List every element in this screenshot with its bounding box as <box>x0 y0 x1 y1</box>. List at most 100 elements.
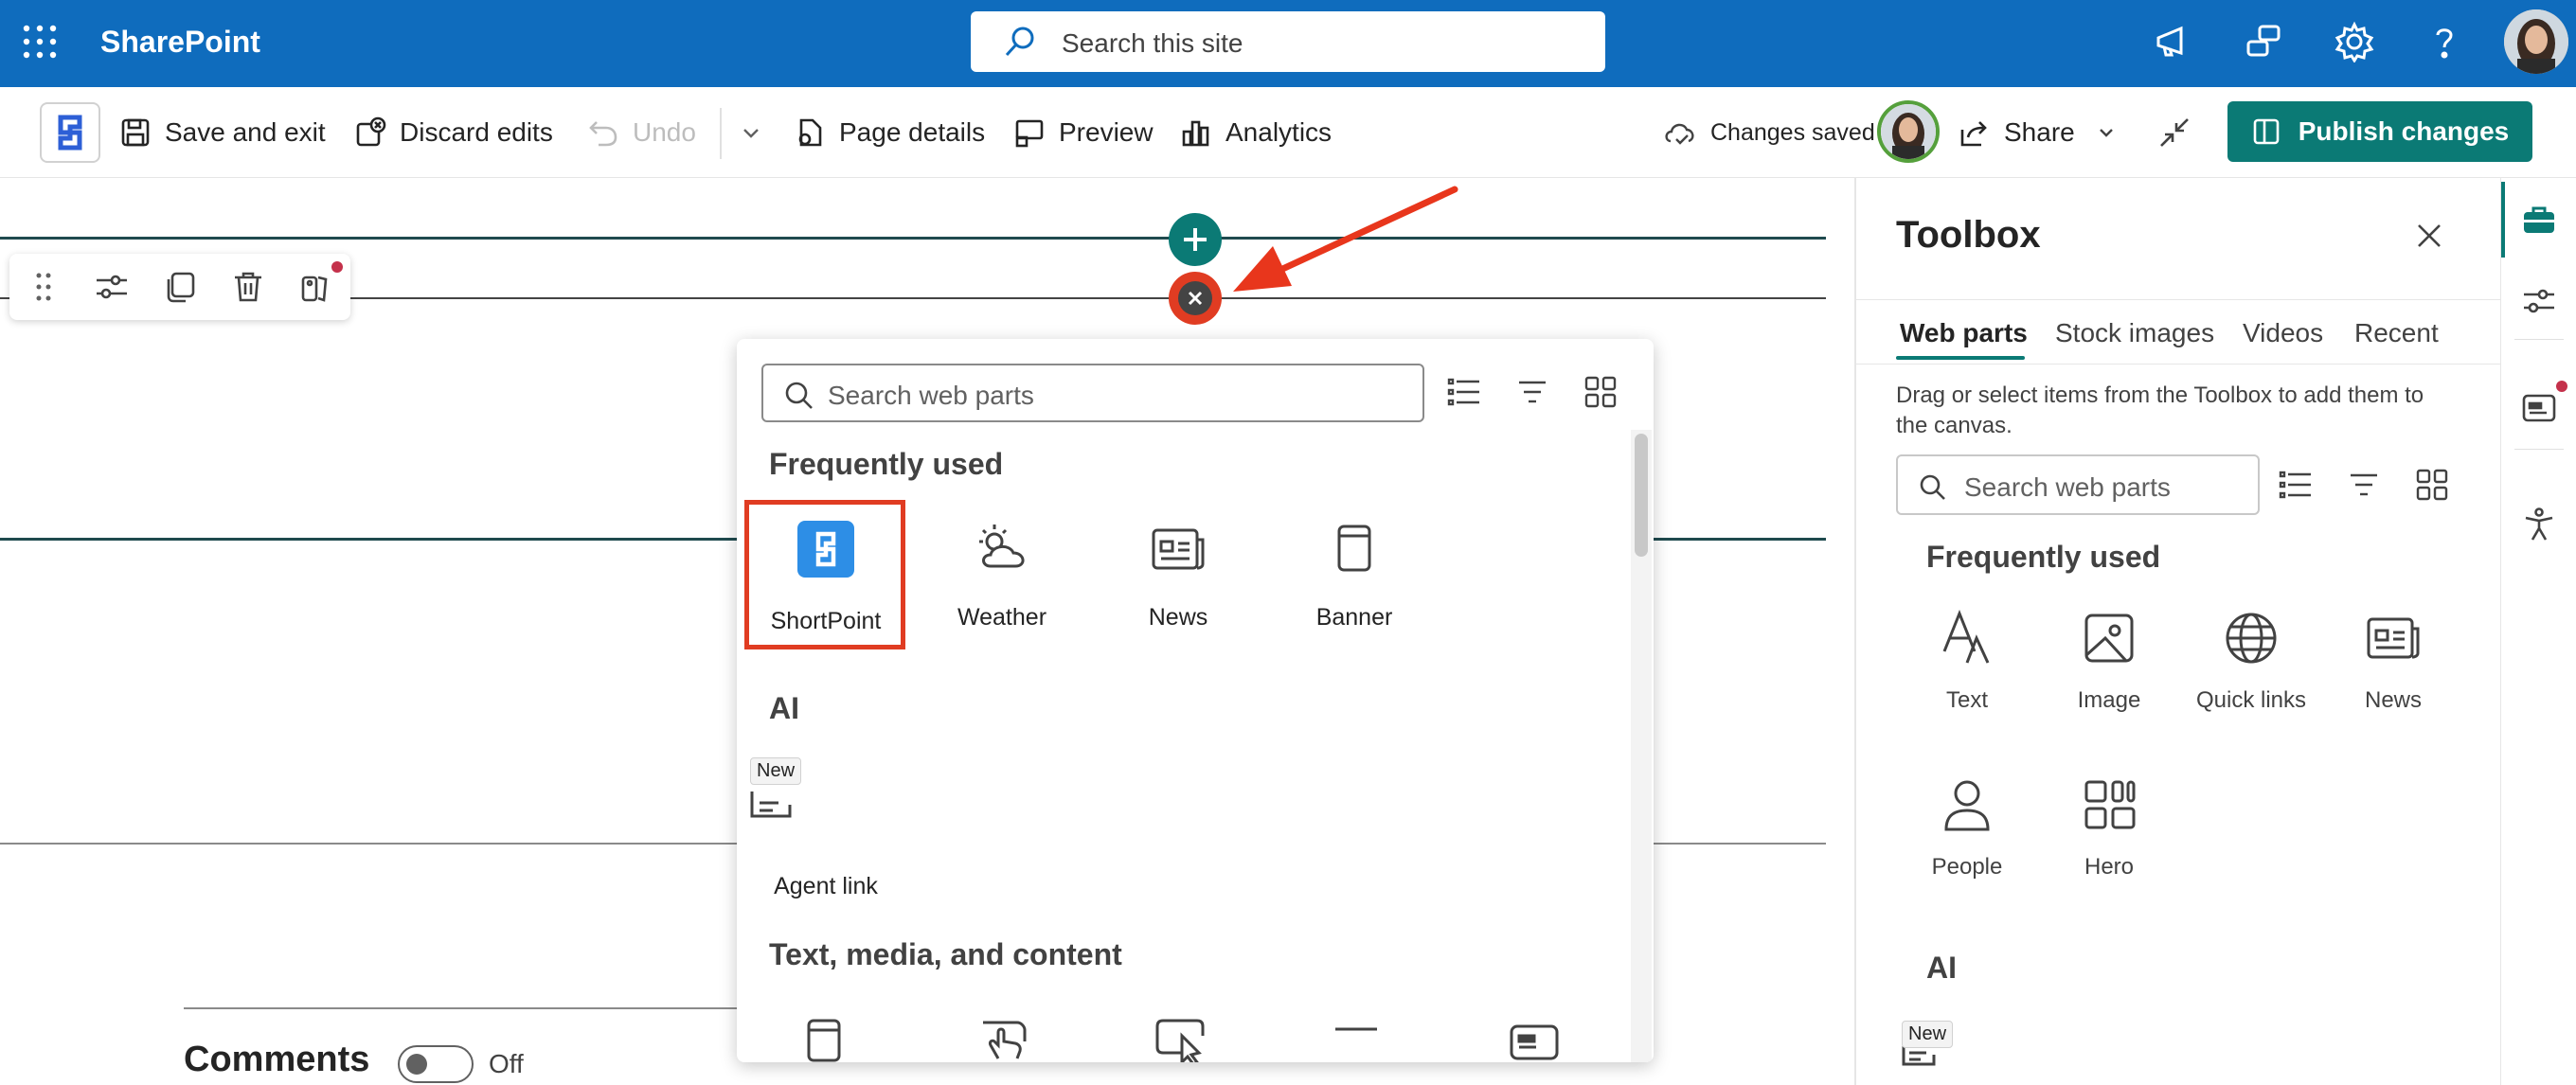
web-part-label: Agent link <box>774 873 878 899</box>
duplicate-icon[interactable] <box>161 268 199 306</box>
banner-icon <box>1326 521 1383 578</box>
collapse-button[interactable] <box>2157 112 2205 153</box>
grid-view-icon[interactable] <box>1582 373 1619 411</box>
divider-icon[interactable] <box>1333 1024 1379 1034</box>
undo-icon <box>589 121 617 147</box>
page-details-label: Page details <box>839 117 986 147</box>
toolbox-search-input[interactable]: Search web parts <box>1896 454 2260 515</box>
user-avatar[interactable] <box>2504 9 2568 74</box>
list-view-icon[interactable] <box>1445 373 1483 411</box>
add-section-button[interactable] <box>1169 213 1222 266</box>
news-icon <box>1150 521 1207 578</box>
drag-handle-icon[interactable] <box>25 268 63 306</box>
page-details-button[interactable]: Page details <box>794 112 985 153</box>
picker-heading-text-media: Text, media, and content <box>769 937 1122 971</box>
publish-changes-button[interactable]: Publish changes <box>2227 101 2532 162</box>
toolbox-item-label: Hero <box>2084 854 2135 880</box>
touch-icon[interactable] <box>977 1013 1034 1062</box>
comments-divider <box>184 1007 737 1009</box>
search-icon <box>1003 25 1037 59</box>
tabs-divider <box>1856 364 2502 365</box>
annotation-arrow <box>1233 186 1458 292</box>
web-part-agent-link[interactable]: New Agent link <box>741 752 911 903</box>
toolbox-item-quick-links[interactable]: Quick links <box>2180 602 2322 754</box>
help-icon[interactable] <box>2424 21 2465 62</box>
site-search-placeholder: Search this site <box>1062 28 1243 58</box>
picker-scrollbar[interactable] <box>1635 434 1648 557</box>
hero-icon <box>2081 776 2138 833</box>
site-search-box[interactable]: Search this site <box>971 11 1605 72</box>
web-part-news[interactable]: News <box>1093 506 1263 657</box>
preview-label: Preview <box>1059 117 1154 147</box>
discard-edits-label: Discard edits <box>400 117 553 147</box>
more-options-chevron[interactable] <box>739 112 777 153</box>
search-icon <box>1917 471 1947 502</box>
toolbox-item-news[interactable]: News <box>2322 602 2464 754</box>
toolbox-icon[interactable] <box>2520 201 2558 239</box>
co-author-avatar[interactable] <box>1877 100 1940 163</box>
section-design-icon[interactable] <box>297 268 335 306</box>
section-toolbar <box>9 254 350 320</box>
tab-web-parts[interactable]: Web parts <box>1900 318 2028 348</box>
new-badge: New <box>750 757 802 785</box>
picker-search-input[interactable]: Search web parts <box>761 364 1424 422</box>
save-icon <box>121 118 150 147</box>
chevron-down-icon <box>743 129 759 138</box>
edit-properties-icon[interactable] <box>93 268 131 306</box>
toolbox-item-people[interactable]: People <box>1896 769 2038 920</box>
web-part-shortpoint[interactable]: ShortPoint <box>741 506 911 657</box>
close-icon <box>1188 291 1203 306</box>
grid-view-icon[interactable] <box>2413 466 2451 504</box>
tab-videos[interactable]: Videos <box>2243 318 2323 348</box>
list-view-icon[interactable] <box>2277 466 2315 504</box>
button-cursor-icon[interactable] <box>1154 1015 1210 1062</box>
undo-button[interactable]: Undo <box>587 112 696 153</box>
preview-button[interactable]: Preview <box>1013 112 1154 153</box>
command-separator <box>720 108 722 159</box>
section-border-top <box>0 237 1826 240</box>
web-part-label: Banner <box>1315 604 1393 631</box>
filter-icon[interactable] <box>2345 466 2383 504</box>
discard-edits-button[interactable]: Discard edits <box>354 112 553 153</box>
share-button[interactable]: Share <box>1959 112 2130 153</box>
toolbox-title: Toolbox <box>1896 214 2041 256</box>
app-launcher-icon[interactable] <box>23 25 57 59</box>
web-part-weather[interactable]: Weather <box>917 506 1087 657</box>
notification-dot <box>331 261 343 273</box>
properties-icon[interactable] <box>2520 282 2558 320</box>
save-and-exit-button[interactable]: Save and exit <box>119 112 326 153</box>
analytics-label: Analytics <box>1225 117 1333 147</box>
picker-heading-ai: AI <box>769 691 799 725</box>
toolbox-item-hero[interactable]: Hero <box>2038 769 2180 920</box>
toolbox-item-text[interactable]: Text <box>1896 602 2038 754</box>
accessibility-icon[interactable] <box>2520 506 2558 543</box>
publish-changes-label: Publish changes <box>2298 116 2510 146</box>
changes-saved-status: Changes saved <box>1663 112 1875 153</box>
toggle-knob <box>406 1054 427 1075</box>
person-icon <box>1939 776 1995 833</box>
settings-icon[interactable] <box>2334 21 2375 62</box>
tab-recent[interactable]: Recent <box>2354 318 2439 348</box>
close-icon[interactable] <box>2415 222 2443 250</box>
web-part-banner[interactable]: Banner <box>1269 506 1440 657</box>
text-media-item-icon[interactable] <box>803 1017 845 1062</box>
feedback-icon[interactable] <box>2243 21 2284 62</box>
close-picker-button[interactable] <box>1178 281 1212 315</box>
app-brand[interactable]: SharePoint <box>100 25 260 60</box>
toolbox-heading-frequently-used: Frequently used <box>1926 540 2161 574</box>
toolbox-item-image[interactable]: Image <box>2038 602 2180 754</box>
delete-icon[interactable] <box>229 268 267 306</box>
comments-toggle[interactable] <box>398 1045 474 1083</box>
chevron-down-icon[interactable] <box>2096 122 2117 143</box>
shortpoint-logo[interactable] <box>40 102 100 163</box>
active-tab-indicator <box>1896 356 2025 360</box>
card-icon[interactable] <box>1508 1023 1561 1062</box>
web-part-picker: Search web parts Frequently used ShortPo… <box>737 339 1654 1062</box>
design-ideas-icon[interactable] <box>2520 388 2558 426</box>
notification-dot <box>2556 381 2567 392</box>
analytics-button[interactable]: Analytics <box>1180 112 1332 153</box>
megaphone-icon[interactable] <box>2153 21 2194 62</box>
tab-stock-images[interactable]: Stock images <box>2055 318 2214 348</box>
filter-icon[interactable] <box>1513 373 1551 411</box>
search-icon <box>782 379 814 411</box>
